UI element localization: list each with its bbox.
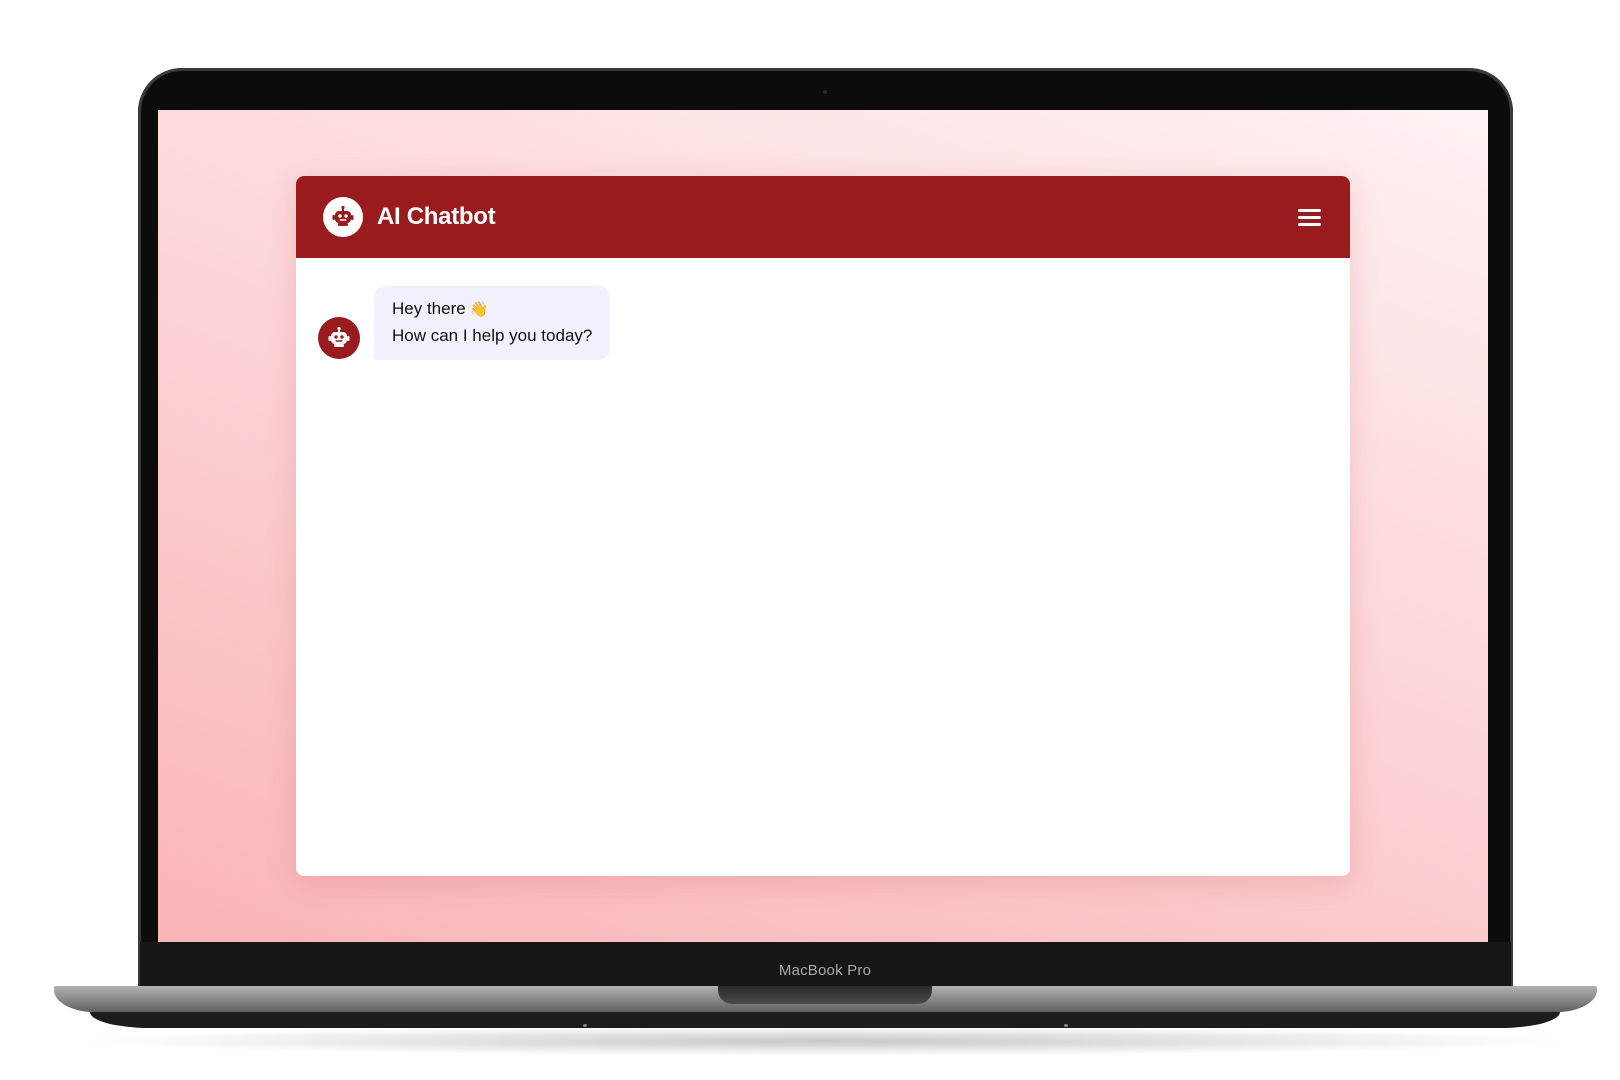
chat-header: AI Chatbot [296,176,1350,258]
menu-button[interactable] [1298,204,1324,230]
chat-title: AI Chatbot [377,203,496,230]
laptop-shadow [70,1026,1580,1056]
laptop-base-underside [90,1012,1560,1028]
laptop-foot [1064,1024,1068,1027]
robot-icon [328,326,350,347]
laptop-mockup: MacBook Pro AI Chatbot Hey there 👋 How c… [0,0,1620,1080]
waving-hand-emoji: 👋 [469,301,489,318]
laptop-opening-notch [718,986,932,1004]
robot-icon [332,205,354,226]
bot-message: Hey there 👋 How can I help you today? [318,286,611,360]
header-avatar [323,197,363,237]
message-line: Hey there 👋 [392,299,489,318]
message-list: Hey there 👋 How can I help you today? [296,258,1350,876]
device-label: MacBook Pro [778,962,872,979]
bot-avatar [318,317,360,359]
message-bubble: Hey there 👋 How can I help you today? [374,286,611,360]
message-line: How can I help you today? [392,326,593,345]
chat-window: AI Chatbot Hey there 👋 How can I help yo… [296,176,1350,876]
laptop-foot [583,1024,587,1027]
camera-icon [823,90,827,94]
hamburger-menu-icon [1298,208,1321,212]
